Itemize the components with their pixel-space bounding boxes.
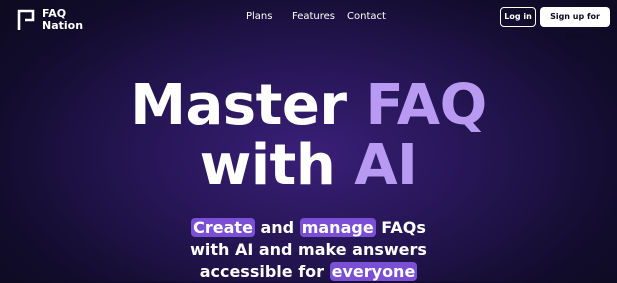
hero-subtitle: Create and manage FAQs with AI and make … [0,217,617,283]
hero-subtitle-line2: with AI and make answers [190,240,427,259]
hero-title-line2: with AI [0,136,617,196]
hero-subtitle-text3: accessible for [199,262,330,281]
hero-subtitle-line3: accessible for everyone [0,261,617,283]
highlight-create: Create [191,218,255,237]
hero-subtitle-line1: Create and manage FAQs [0,217,617,239]
highlight-manage: manage [299,218,376,237]
nav-link-features[interactable]: Features [292,11,335,22]
hero-subtitle-text1: and [254,218,300,237]
login-button[interactable]: Log in [500,7,536,27]
hero-title-accent-ai: AI [354,133,418,198]
hero-title: Master FAQ with AI [0,76,617,196]
nav-link-contact[interactable]: Contact [347,11,386,22]
hero-title-accent-faq: FAQ [365,73,487,138]
highlight-everyone: everyone [329,262,418,281]
hero-title-text2: with [199,133,355,198]
nav-link-plans[interactable]: Plans [246,11,272,22]
hero-subtitle-text2: FAQs [375,218,426,237]
hero-title-text1: Master [130,73,366,138]
signup-button[interactable]: Sign up for free [540,7,610,41]
hero-title-line1: Master FAQ [0,76,617,136]
